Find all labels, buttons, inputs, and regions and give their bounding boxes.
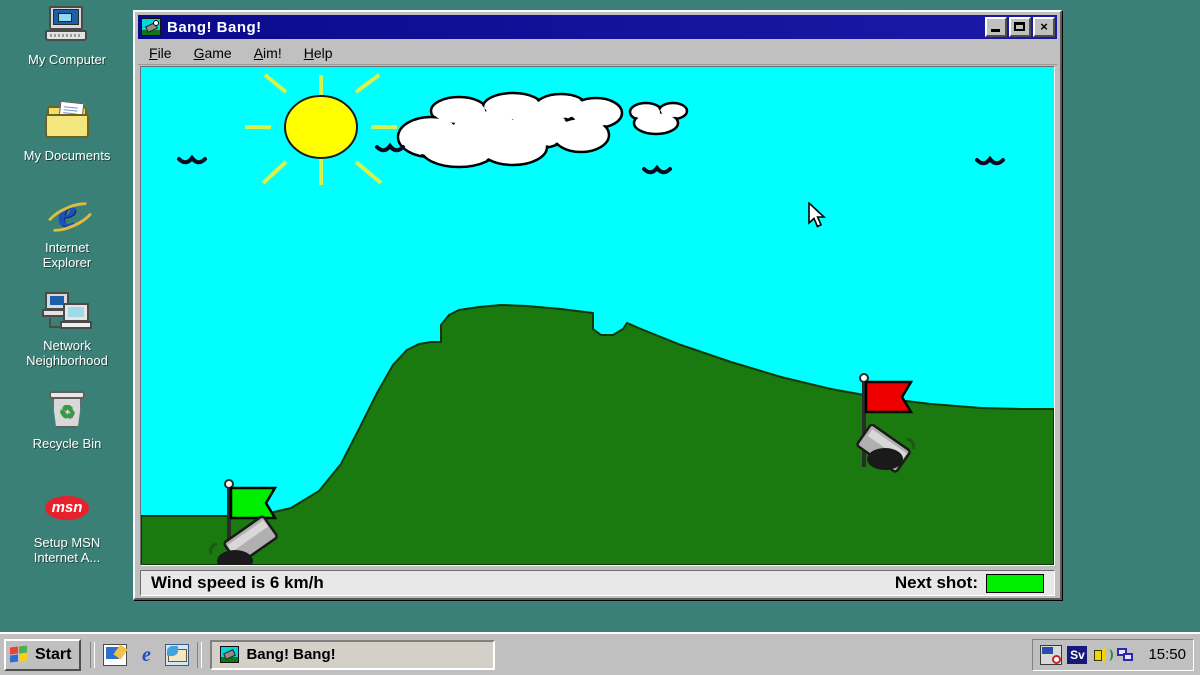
- desktop-icon-label: My Documents: [23, 148, 111, 163]
- start-button[interactable]: Start: [4, 638, 82, 671]
- sun-icon: [284, 95, 358, 159]
- cannon-icon: [141, 18, 161, 36]
- msn-icon: msn: [41, 487, 93, 531]
- next-shot-label: Next shot:: [894, 573, 978, 592]
- volume-icon[interactable]: [1092, 646, 1114, 664]
- desktop-icon-network-neighborhood[interactable]: Network Neighborhood: [0, 290, 134, 368]
- desktop-icon-label-line1: Setup MSN: [33, 535, 101, 550]
- next-shot-color-swatch: [986, 573, 1044, 593]
- game-scene-svg: [141, 67, 1054, 565]
- recycle-bin-icon: ♻: [41, 388, 93, 432]
- wind-speed-text: Wind speed is 6 km/h: [151, 573, 324, 592]
- window-controls: ×: [985, 17, 1055, 37]
- menu-bar[interactable]: File Game Aim! Help: [138, 41, 1057, 65]
- task-button-list[interactable]: Bang! Bang!: [210, 639, 1032, 670]
- window-title-bar[interactable]: Bang! Bang! ×: [138, 15, 1057, 39]
- maximize-button[interactable]: [1009, 17, 1031, 37]
- internet-explorer-icon: e: [41, 190, 99, 238]
- desktop-icon-label: My Computer: [27, 52, 107, 67]
- start-button-label: Start: [35, 645, 72, 663]
- desktop-icon-setup-msn[interactable]: msn Setup MSN Internet A...: [0, 487, 134, 565]
- desktop-icon-label: Recycle Bin: [32, 436, 102, 451]
- my-documents-icon: [41, 100, 93, 144]
- network-neighborhood-icon: [41, 290, 93, 334]
- taskbar[interactable]: Start e Bang! Bang! Sv 15:50: [0, 632, 1200, 675]
- close-icon: ×: [1040, 19, 1048, 34]
- desktop-icon-my-documents[interactable]: My Documents: [0, 100, 134, 163]
- status-bar: Wind speed is 6 km/h Next shot:: [140, 570, 1055, 596]
- minimize-button[interactable]: [985, 17, 1007, 37]
- outlook-express-icon[interactable]: [165, 643, 190, 666]
- desktop-icon-recycle-bin[interactable]: ♻ Recycle Bin: [0, 388, 134, 451]
- desktop-icon-my-computer[interactable]: My Computer: [0, 4, 134, 67]
- taskbar-separator: [90, 641, 96, 668]
- network-icon[interactable]: [1117, 646, 1137, 664]
- cannon-icon: [220, 646, 240, 663]
- desktop[interactable]: My Computer My Documents e Internet Expl…: [0, 0, 1200, 675]
- desktop-icon-grid: My Computer My Documents e Internet Expl…: [0, 0, 134, 632]
- taskbar-separator: [197, 641, 203, 668]
- desktop-icon-label-line2: Explorer: [42, 255, 92, 270]
- menu-item-aim[interactable]: Aim!: [243, 43, 293, 63]
- next-shot-indicator: Next shot:: [895, 573, 1044, 593]
- menu-item-game[interactable]: Game: [183, 43, 243, 63]
- game-play-area[interactable]: [140, 66, 1055, 566]
- desktop-icon-label-line1: Network: [43, 338, 91, 353]
- internet-explorer-icon[interactable]: e: [135, 645, 157, 665]
- menu-item-file[interactable]: File: [138, 43, 183, 63]
- my-computer-icon: [41, 4, 93, 48]
- close-button[interactable]: ×: [1033, 17, 1055, 37]
- system-tray[interactable]: Sv 15:50: [1032, 638, 1194, 671]
- keyboard-language-icon[interactable]: Sv: [1067, 645, 1088, 664]
- window-title: Bang! Bang!: [167, 18, 262, 36]
- taskbar-item-bang-bang[interactable]: Bang! Bang!: [210, 639, 496, 670]
- system-clock[interactable]: 15:50: [1148, 646, 1186, 663]
- desktop-icon-label-line1: Internet: [44, 240, 90, 255]
- quick-launch-bar[interactable]: e: [99, 643, 193, 666]
- desktop-icon-internet-explorer[interactable]: e Internet Explorer: [0, 190, 134, 270]
- windows-logo-icon: [10, 644, 30, 664]
- menu-item-help[interactable]: Help: [293, 43, 344, 63]
- desktop-icon-label-line2: Internet A...: [33, 550, 101, 565]
- task-scheduler-icon[interactable]: [1040, 644, 1063, 665]
- desktop-icon-label-line2: Neighborhood: [26, 353, 108, 368]
- taskbar-item-label: Bang! Bang!: [246, 646, 336, 663]
- red-cannon-base: [867, 448, 903, 470]
- show-desktop-icon[interactable]: [103, 643, 128, 666]
- bang-bang-window[interactable]: Bang! Bang! × File Game Aim! Help Wind s…: [133, 10, 1062, 600]
